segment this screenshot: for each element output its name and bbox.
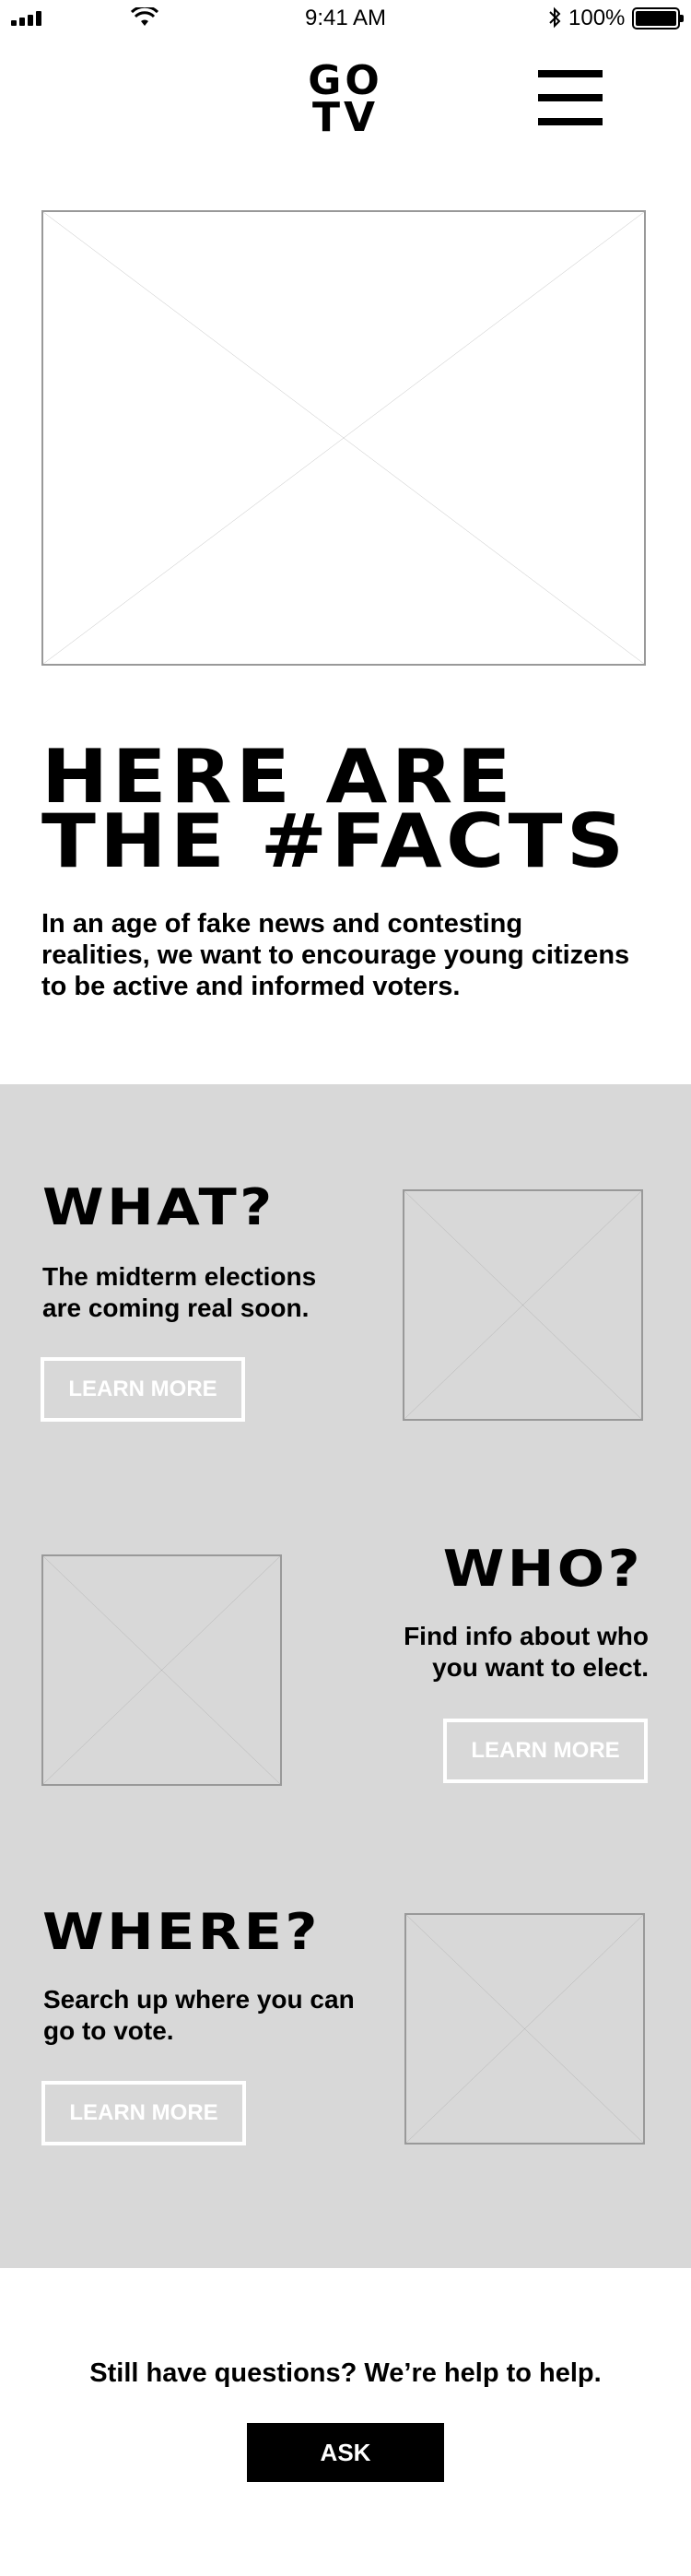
logo-line-2: TV bbox=[311, 94, 380, 141]
hero-title-line-2: THE #FACTS bbox=[41, 798, 628, 884]
who-learn-more-button[interactable]: LEARN MORE bbox=[443, 1719, 648, 1783]
questions-text: Still have questions? We’re help to help… bbox=[89, 2358, 602, 2388]
who-title: WHO? bbox=[442, 1540, 643, 1598]
hero-description: In an age of fake news and contesting re… bbox=[41, 909, 630, 1001]
hamburger-menu-icon[interactable] bbox=[538, 70, 603, 125]
logo[interactable]: GO TV bbox=[299, 61, 392, 141]
where-image-placeholder bbox=[404, 1913, 645, 2145]
bluetooth-icon bbox=[547, 6, 562, 30]
what-image-placeholder bbox=[403, 1189, 643, 1421]
ask-button[interactable]: ASK bbox=[247, 2423, 444, 2482]
status-bar: 9:41 AM 100% bbox=[0, 0, 691, 37]
battery-percent: 100% bbox=[568, 6, 626, 30]
who-text: Find info about who you want to elect. bbox=[404, 1622, 649, 1682]
where-title: WHERE? bbox=[42, 1903, 321, 1961]
hero-title: HERE ARE THE #FACTS bbox=[41, 740, 691, 884]
what-learn-more-button[interactable]: LEARN MORE bbox=[41, 1357, 245, 1422]
hero-image-placeholder bbox=[41, 210, 646, 666]
who-image-placeholder bbox=[41, 1554, 282, 1786]
battery-icon bbox=[632, 7, 684, 30]
what-text: The midterm elections are coming real so… bbox=[42, 1262, 317, 1322]
where-text: Search up where you can go to vote. bbox=[43, 1985, 355, 2045]
what-title: WHAT? bbox=[42, 1178, 275, 1236]
where-learn-more-button[interactable]: LEARN MORE bbox=[41, 2081, 246, 2145]
